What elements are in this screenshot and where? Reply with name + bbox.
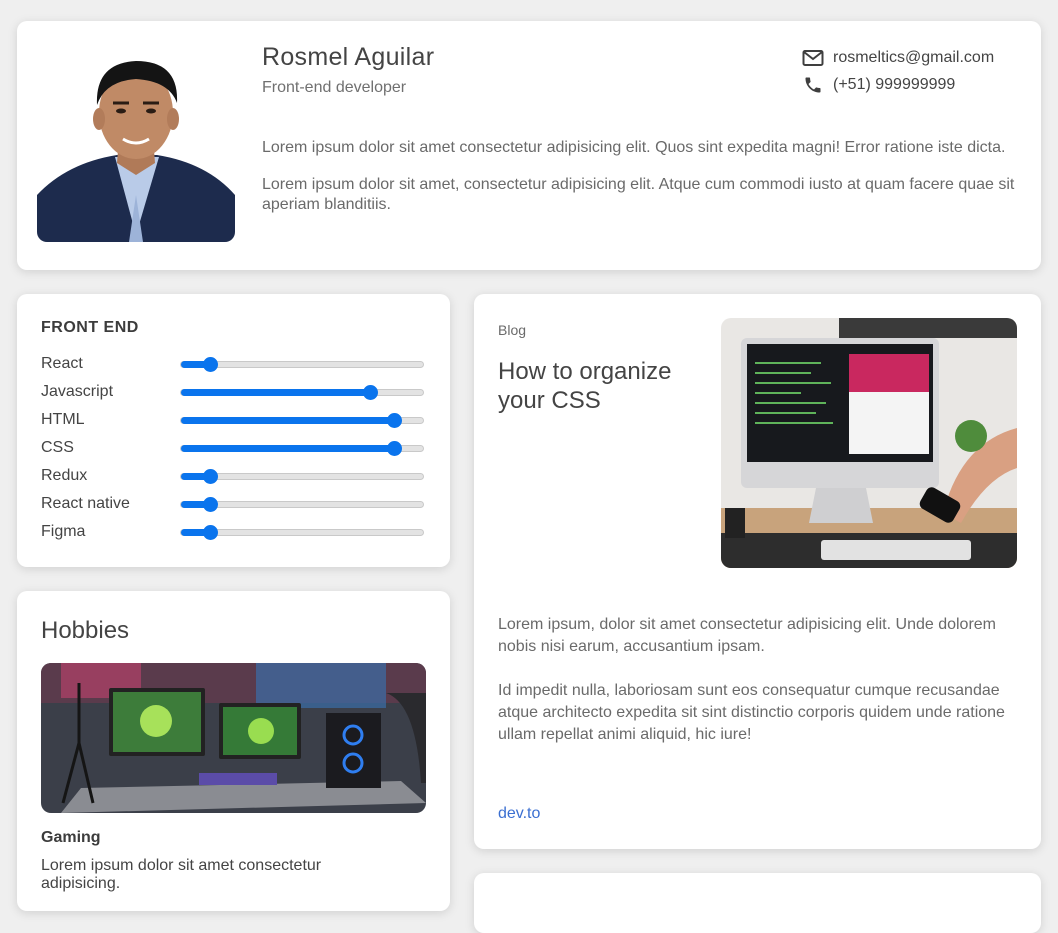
skill-label: Redux	[41, 467, 88, 484]
bio-paragraph: Lorem ipsum dolor sit amet consectetur a…	[262, 139, 1006, 156]
skill-slider[interactable]	[180, 356, 424, 372]
skill-row: CSS	[41, 434, 425, 462]
hobbies-card: Hobbies Gaming Lorem ipsum dolor sit ame…	[17, 591, 450, 911]
skill-slider[interactable]	[180, 440, 424, 456]
phone-icon	[802, 74, 824, 96]
skill-label: Figma	[41, 523, 86, 540]
next-card	[474, 873, 1041, 933]
skill-slider-thumb[interactable]	[362, 384, 378, 400]
blog-paragraph: Id impedit nulla, laboriosam sunt eos co…	[498, 682, 1005, 743]
blog-text: Lorem ipsum, dolor sit amet consectetur …	[498, 614, 1023, 768]
skill-slider[interactable]	[180, 496, 424, 512]
skill-slider-thumb[interactable]	[203, 524, 219, 540]
profile-photo	[37, 45, 235, 242]
profile-card: Rosmel Aguilar Front-end developer rosme…	[17, 21, 1041, 270]
blog-card: Blog How to organize your CSS Lorem ipsu…	[474, 294, 1041, 849]
skill-row: Redux	[41, 462, 425, 490]
skill-label: CSS	[41, 439, 74, 456]
bio-paragraph: Lorem ipsum dolor sit amet, consectetur …	[262, 176, 1015, 213]
skill-slider-thumb[interactable]	[203, 468, 219, 484]
skills-title: FRONT END	[41, 319, 139, 336]
hobby-image	[41, 663, 426, 813]
skill-slider[interactable]	[180, 524, 424, 540]
blog-paragraph: Lorem ipsum, dolor sit amet consectetur …	[498, 616, 997, 655]
skill-row: Javascript	[41, 378, 425, 406]
skill-row: Figma	[41, 518, 425, 546]
skill-row: HTML	[41, 406, 425, 434]
phone-text[interactable]: (+51) 999999999	[833, 76, 955, 94]
skill-slider[interactable]	[180, 468, 424, 484]
email-text[interactable]: rosmeltics@gmail.com	[833, 49, 994, 67]
skill-slider-thumb[interactable]	[386, 412, 402, 428]
skill-row: React	[41, 350, 425, 378]
hobby-name: Gaming	[41, 829, 101, 846]
skill-slider-fill	[181, 388, 370, 396]
email-row[interactable]: rosmeltics@gmail.com	[802, 44, 994, 71]
skill-label: HTML	[41, 411, 85, 428]
blog-title[interactable]: How to organize your CSS	[498, 357, 718, 415]
skill-slider-thumb[interactable]	[203, 496, 219, 512]
skills-card: FRONT END React Javascript HTML CSS Redu…	[17, 294, 450, 567]
skill-slider-thumb[interactable]	[203, 356, 219, 372]
skills-list: React Javascript HTML CSS Redux React na…	[41, 350, 425, 546]
skill-label: Javascript	[41, 383, 114, 400]
skill-row: React native	[41, 490, 425, 518]
profile-bio: Lorem ipsum dolor sit amet consectetur a…	[262, 138, 1027, 232]
blog-link[interactable]: dev.to	[498, 805, 540, 823]
skill-slider[interactable]	[180, 384, 424, 400]
skill-label: React native	[41, 495, 130, 512]
phone-row[interactable]: (+51) 999999999	[802, 71, 994, 98]
profile-photo-image	[37, 45, 235, 242]
skill-label: React	[41, 355, 83, 372]
blog-image	[721, 318, 1017, 568]
skill-slider[interactable]	[180, 412, 424, 428]
blog-tag: Blog	[498, 322, 527, 338]
mail-icon	[802, 47, 824, 69]
profile-role: Front-end developer	[262, 79, 407, 96]
skill-slider-fill	[181, 444, 394, 452]
skill-slider-fill	[181, 416, 394, 424]
hobby-description: Lorem ipsum dolor sit amet consectetur a…	[41, 857, 322, 892]
hobbies-title: Hobbies	[41, 617, 130, 644]
skill-slider-thumb[interactable]	[386, 440, 402, 456]
contact-info: rosmeltics@gmail.com (+51) 999999999	[802, 44, 994, 98]
profile-name: Rosmel Aguilar	[262, 43, 435, 71]
